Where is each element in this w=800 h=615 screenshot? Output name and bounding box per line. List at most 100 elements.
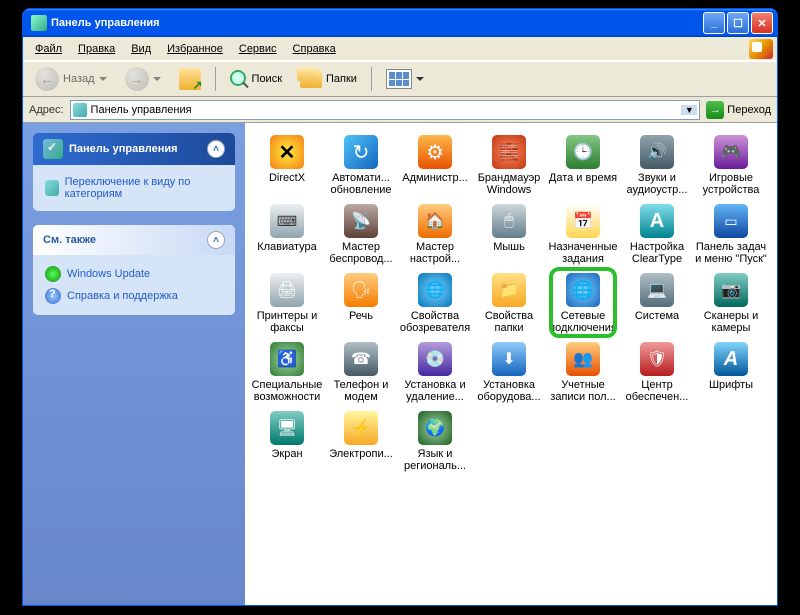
switch-category-link[interactable]: Переключение к виду по категориям xyxy=(45,173,223,203)
titlebar[interactable]: Панель управления _ ☐ ✕ xyxy=(23,9,777,37)
item-icon xyxy=(344,342,378,376)
windows-update-link[interactable]: Windows Update xyxy=(45,263,223,285)
control-panel-item[interactable]: Мышь xyxy=(473,202,545,267)
menu-favorites[interactable]: Избранное xyxy=(159,41,231,57)
item-label: Экран xyxy=(271,448,302,460)
control-panel-item[interactable]: Речь xyxy=(325,271,397,336)
control-panel-item[interactable]: Система xyxy=(621,271,693,336)
item-icon xyxy=(492,204,526,238)
control-panel-item[interactable]: Центр обеспечен... xyxy=(621,340,693,405)
item-icon xyxy=(714,135,748,169)
forward-arrow-icon: → xyxy=(125,67,149,91)
control-panel-item[interactable]: Телефон и модем xyxy=(325,340,397,405)
window-title: Панель управления xyxy=(51,17,701,29)
control-panel-item[interactable]: DirectX xyxy=(251,133,323,198)
search-button[interactable]: Поиск xyxy=(224,67,288,91)
control-panel-item[interactable]: Язык и региональ... xyxy=(399,409,471,474)
menu-tools[interactable]: Сервис xyxy=(231,41,285,57)
control-panel-item[interactable]: Настройка ClearType xyxy=(621,202,693,267)
control-panel-item[interactable]: Администр... xyxy=(399,133,471,198)
control-panel-item[interactable]: Клавиатура xyxy=(251,202,323,267)
item-label: Сетевые подключения xyxy=(547,310,619,334)
control-panel-item[interactable]: Панель задач и меню "Пуск" xyxy=(695,202,767,267)
control-panel-item[interactable]: Игровые устройства xyxy=(695,133,767,198)
item-label: Звуки и аудиоустр... xyxy=(621,172,693,196)
item-icon xyxy=(418,273,452,307)
folders-icon xyxy=(300,70,322,88)
control-panel-item[interactable]: Свойства папки xyxy=(473,271,545,336)
icon-grid: DirectX Автомати... обновлениеАдминистр..… xyxy=(251,133,771,474)
collapse-icon[interactable]: ˄ xyxy=(207,231,225,249)
address-input[interactable]: Панель управления ▼ xyxy=(70,100,701,120)
views-button[interactable] xyxy=(380,66,430,92)
explorer-window: Панель управления _ ☐ ✕ Файл Правка Вид … xyxy=(22,8,778,606)
minimize-button[interactable]: _ xyxy=(703,12,725,34)
panel-seealso-head[interactable]: См. также ˄ xyxy=(33,225,235,255)
back-button: ← Назад xyxy=(29,64,113,94)
control-panel-item[interactable]: Принтеры и факсы xyxy=(251,271,323,336)
control-panel-item[interactable]: Сканеры и камеры xyxy=(695,271,767,336)
menu-view[interactable]: Вид xyxy=(123,41,159,57)
back-arrow-icon: ← xyxy=(35,67,59,91)
control-panel-item[interactable]: Установка и удаление... xyxy=(399,340,471,405)
item-label: Свойства папки xyxy=(473,310,545,334)
control-panel-item[interactable]: Учетные записи пол... xyxy=(547,340,619,405)
control-panel-item[interactable]: Мастер настрой... xyxy=(399,202,471,267)
panel-control-head[interactable]: Панель управления ˄ xyxy=(33,133,235,165)
control-panel-item[interactable]: Электропи... xyxy=(325,409,397,474)
toolbar-separator xyxy=(371,67,372,91)
menu-edit[interactable]: Правка xyxy=(70,41,123,57)
main-view: DirectX Автомати... обновлениеАдминистр..… xyxy=(245,123,777,605)
panel-title: См. также xyxy=(43,234,96,246)
control-panel-item[interactable]: Специальные возможности xyxy=(251,340,323,405)
menu-help[interactable]: Справка xyxy=(285,41,344,57)
control-panel-item[interactable]: Назначенные задания xyxy=(547,202,619,267)
address-label: Адрес: xyxy=(29,104,64,116)
item-label: Электропи... xyxy=(329,448,393,460)
content-area: Панель управления ˄ Переключение к виду … xyxy=(23,123,777,605)
help-support-link[interactable]: Справка и поддержка xyxy=(45,285,223,307)
item-icon xyxy=(566,273,600,307)
item-icon xyxy=(344,204,378,238)
control-panel-item[interactable]: Экран xyxy=(251,409,323,474)
item-icon xyxy=(344,135,378,169)
menu-file[interactable]: Файл xyxy=(27,41,70,57)
item-icon xyxy=(418,204,452,238)
close-button[interactable]: ✕ xyxy=(751,12,773,34)
address-dropdown-icon[interactable]: ▼ xyxy=(681,105,697,115)
collapse-icon[interactable]: ˄ xyxy=(207,140,225,158)
up-button[interactable] xyxy=(173,65,207,93)
control-panel-item[interactable]: Свойства обозревателя xyxy=(399,271,471,336)
item-icon xyxy=(270,411,304,445)
item-icon xyxy=(492,135,526,169)
control-panel-item[interactable]: Дата и время xyxy=(547,133,619,198)
toolbar-separator xyxy=(215,67,216,91)
item-icon xyxy=(714,273,748,307)
item-label: Учетные записи пол... xyxy=(547,379,619,403)
control-panel-item[interactable]: Шрифты xyxy=(695,340,767,405)
item-icon xyxy=(418,135,452,169)
control-panel-item[interactable]: Звуки и аудиоустр... xyxy=(621,133,693,198)
item-icon xyxy=(640,342,674,376)
item-label: Мышь xyxy=(493,241,525,253)
control-panel-item[interactable]: Автомати... обновление xyxy=(325,133,397,198)
item-icon xyxy=(566,342,600,376)
item-label: Установка оборудова... xyxy=(473,379,545,403)
folders-button[interactable]: Папки xyxy=(294,67,363,91)
panel-body: Переключение к виду по категориям xyxy=(33,165,235,211)
item-icon xyxy=(640,273,674,307)
item-label: Шрифты xyxy=(709,379,753,391)
chevron-down-icon xyxy=(153,77,161,81)
control-panel-item[interactable]: Установка оборудова... xyxy=(473,340,545,405)
go-button[interactable]: → Переход xyxy=(706,101,771,119)
switch-icon xyxy=(45,180,59,196)
item-icon xyxy=(270,135,304,169)
item-label: Язык и региональ... xyxy=(399,448,471,472)
item-label: DirectX xyxy=(269,172,305,184)
control-panel-item[interactable]: Сетевые подключения xyxy=(547,271,619,336)
control-panel-item[interactable]: Брандмауэр Windows xyxy=(473,133,545,198)
back-label: Назад xyxy=(63,73,95,85)
item-label: Система xyxy=(635,310,679,322)
maximize-button[interactable]: ☐ xyxy=(727,12,749,34)
control-panel-item[interactable]: Мастер беспровод... xyxy=(325,202,397,267)
